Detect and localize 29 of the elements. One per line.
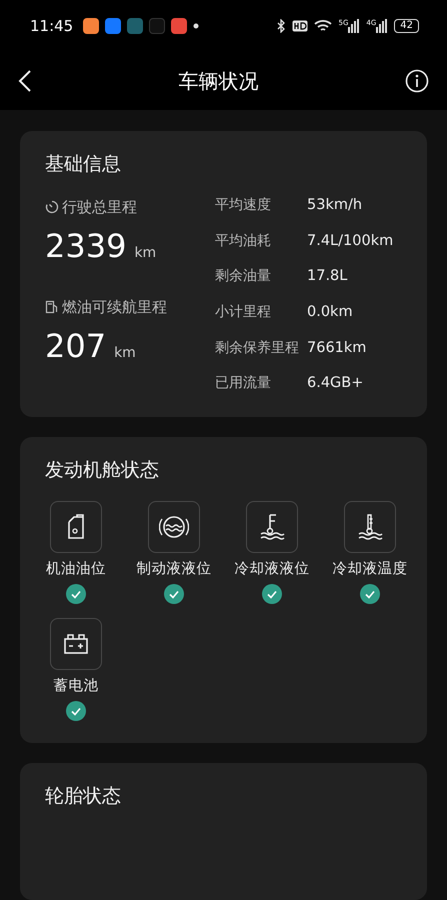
fuel-range-value: 207 [45,327,106,365]
status-label: 制动液液位 [136,560,212,578]
stat-label: 已用流量 [215,374,272,394]
unit-label: km [114,345,136,361]
section-title: 基础信息 [45,152,122,177]
stat-value: 6.4GB+ [307,374,364,394]
battery-indicator: 42 [394,19,419,33]
fuel-range-label: 燃油可续航里程 [62,298,167,316]
stat-label: 小计里程 [215,303,272,322]
status-label: 机油油位 [46,560,106,578]
status-label: 冷却液温度 [332,560,408,578]
status-label: 蓄电池 [54,677,98,695]
stat-label: 剩余保养里程 [215,338,299,358]
stat-value: 7.4L/100km [307,232,394,251]
stat-label: 平均油耗 [215,232,272,251]
unit-label: km [134,245,156,261]
stat-value: 17.8L [307,267,348,286]
page-title: 车辆状况 [178,68,260,94]
stat-label: 剩余油量 [215,267,272,286]
total-mileage-label: 行驶总里程 [62,198,137,216]
total-mileage-value: 2339 [45,227,126,265]
section-title: 轮胎状态 [45,784,122,809]
clock: 11:45 [30,17,74,35]
section-title: 发动机舱状态 [45,458,160,483]
stat-label: 平均速度 [215,196,272,216]
stat-value: 7661km [307,338,368,358]
stat-value: 53km/h [307,196,364,216]
status-label: 冷却液液位 [234,560,310,578]
stat-value: 0.0km [307,303,354,322]
